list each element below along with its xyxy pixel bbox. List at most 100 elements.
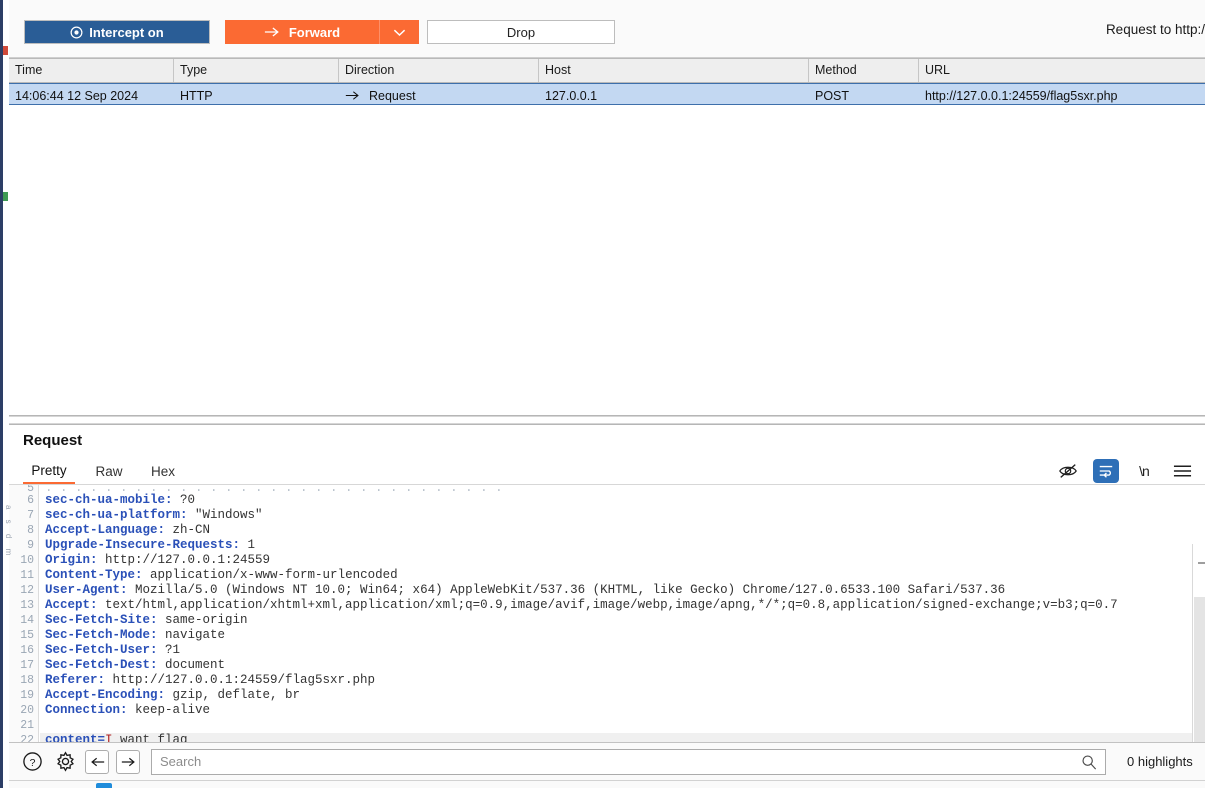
request-code-content[interactable]: . . . . . . . . . . . . . . . . . . . . …: [40, 485, 1205, 742]
cell-direction: Request: [339, 84, 539, 104]
proxy-toolbar: Intercept on Forward Drop Request to htt…: [9, 0, 1205, 58]
intercept-toggle-label: Intercept on: [89, 24, 164, 40]
table-empty-area: [9, 105, 1205, 410]
code-line: Content-Type: application/x-www-form-url…: [40, 568, 1205, 583]
cell-type: HTTP: [180, 88, 213, 103]
line-number: 12: [20, 584, 34, 597]
intercept-toggle-button[interactable]: Intercept on: [24, 20, 210, 44]
line-number: 21: [20, 719, 34, 732]
search-prev-button[interactable]: [85, 749, 109, 774]
search-next-button[interactable]: [116, 749, 140, 774]
tab-raw-label: Raw: [95, 464, 123, 479]
header-key: Sec-Fetch-User:: [45, 643, 158, 657]
code-line-body: content=I want flag: [40, 733, 1205, 742]
line-number: 5: [27, 485, 34, 493]
request-panel-title: Request: [23, 432, 83, 449]
arrow-right-icon: [264, 26, 280, 38]
tab-pretty-label: Pretty: [31, 462, 67, 478]
word-wrap-icon[interactable]: [1093, 459, 1119, 483]
line-number: 6: [27, 494, 34, 507]
header-key: Sec-Fetch-Dest:: [45, 658, 158, 672]
code-line: Accept-Encoding: gzip, deflate, br: [40, 688, 1205, 703]
arrow-right-icon: [345, 90, 360, 101]
proxy-history-table[interactable]: Time Type Direction Host Method URL 14:0…: [9, 58, 1205, 415]
highlight-count-label: 0 highlights: [1127, 754, 1193, 769]
code-line: Sec-Fetch-Dest: document: [40, 658, 1205, 673]
header-value: document: [157, 658, 226, 672]
header-value: http://127.0.0.1:24559/flag5sxr.php: [105, 673, 376, 687]
forward-button[interactable]: Forward: [225, 20, 379, 44]
request-editor[interactable]: 5 6 7 8 9 10 11 12 13 14 15 16 17 18 19 …: [9, 485, 1205, 742]
svg-text:?: ?: [29, 757, 35, 769]
code-line: sec-ch-ua-mobile: ?0: [40, 493, 1205, 508]
column-header-type[interactable]: Type: [174, 59, 339, 82]
rail-marker-green: [3, 192, 8, 201]
search-field[interactable]: [151, 748, 1106, 775]
request-panel: Request Pretty Raw Hex \n 5 6 7 8 9 10 1…: [9, 426, 1205, 742]
line-number: 16: [20, 644, 34, 657]
line-number: 9: [27, 539, 34, 552]
line-number: 19: [20, 689, 34, 702]
request-target-label: Request to http:/: [1105, 22, 1205, 37]
header-key: sec-ch-ua-platform:: [45, 508, 188, 522]
request-tools: \n: [1055, 459, 1195, 483]
code-line: Referer: http://127.0.0.1:24559/flag5sxr…: [40, 673, 1205, 688]
line-number: 13: [20, 599, 34, 612]
header-key: Accept:: [45, 598, 98, 612]
tab-hex-label: Hex: [150, 464, 175, 479]
header-value: application/x-www-form-urlencoded: [142, 568, 398, 582]
editor-vertical-scrollbar[interactable]: [1192, 544, 1205, 742]
search-bar: ? 0 highlights: [9, 742, 1205, 780]
menu-icon[interactable]: [1169, 459, 1195, 483]
line-number: 18: [20, 674, 34, 687]
drop-button-label: Drop: [506, 24, 536, 40]
code-line: Origin: http://127.0.0.1:24559: [40, 553, 1205, 568]
column-header-method[interactable]: Method: [809, 59, 919, 82]
line-number: 8: [27, 524, 34, 537]
help-circle-icon[interactable]: ?: [19, 749, 45, 775]
column-header-host[interactable]: Host: [539, 59, 809, 82]
tab-pretty[interactable]: Pretty: [23, 458, 75, 485]
line-number: 20: [20, 704, 34, 717]
header-key: Sec-Fetch-Site:: [45, 613, 158, 627]
header-value: http://127.0.0.1:24559: [97, 553, 271, 567]
header-value: keep-alive: [127, 703, 211, 717]
code-line: Connection: keep-alive: [40, 703, 1205, 718]
cell-host: 127.0.0.1: [545, 88, 598, 103]
drop-button[interactable]: Drop: [427, 20, 615, 44]
header-value: 1: [240, 538, 256, 552]
header-key: Sec-Fetch-Mode:: [45, 628, 158, 642]
forward-dropdown-button[interactable]: [379, 20, 419, 44]
gear-icon[interactable]: [52, 749, 78, 775]
table-row[interactable]: 14:06:44 12 Sep 2024 HTTP Request 127.0.…: [9, 83, 1205, 105]
rail-vertical-label: a s d m: [4, 505, 13, 560]
tab-raw[interactable]: Raw: [89, 458, 129, 485]
search-input[interactable]: [152, 750, 1067, 773]
column-header-url[interactable]: URL: [919, 59, 1205, 82]
collapsed-side-rail[interactable]: a s d m: [0, 0, 13, 788]
eye-slash-icon[interactable]: [1055, 459, 1081, 483]
code-line-clipped: . . . . . . . . . . . . . . . . . . . . …: [45, 485, 503, 493]
code-line: Upgrade-Insecure-Requests: 1: [40, 538, 1205, 553]
header-value: "Windows": [187, 508, 263, 522]
rail-marker-red: [3, 46, 8, 55]
body-value: want flag: [112, 733, 188, 742]
search-icon[interactable]: [1081, 754, 1097, 773]
column-header-time[interactable]: Time: [9, 59, 174, 82]
line-number: 22: [20, 734, 34, 742]
panel-splitter[interactable]: [9, 415, 1205, 425]
show-newlines-icon[interactable]: \n: [1131, 459, 1157, 483]
column-header-direction[interactable]: Direction: [339, 59, 539, 82]
line-number: 17: [20, 659, 34, 672]
header-key: Connection:: [45, 703, 128, 717]
header-value: text/html,application/xhtml+xml,applicat…: [97, 598, 1118, 612]
bottom-tab-indicator[interactable]: [96, 783, 112, 788]
table-header-row: Time Type Direction Host Method URL: [9, 58, 1205, 83]
tab-hex[interactable]: Hex: [143, 458, 183, 485]
scrollbar-thumb[interactable]: [1194, 597, 1205, 742]
code-line: Sec-Fetch-Site: same-origin: [40, 613, 1205, 628]
body-value-highlight: I: [105, 733, 113, 742]
chevron-down-icon: [393, 28, 406, 37]
header-value: same-origin: [157, 613, 248, 627]
